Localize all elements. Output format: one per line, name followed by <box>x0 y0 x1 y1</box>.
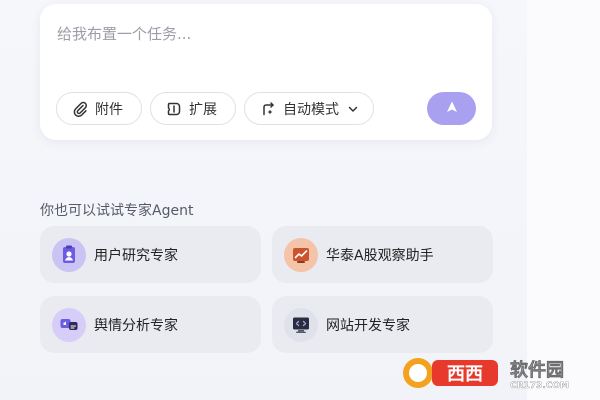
agent-label: 网站开发专家 <box>326 317 410 334</box>
agent-card-sentiment-analysis[interactable]: 舆情分析专家 <box>40 296 261 353</box>
paperclip-icon <box>71 100 89 118</box>
agent-card-web-development[interactable]: 网站开发专家 <box>272 296 493 353</box>
monitor-code-icon <box>284 307 318 342</box>
stock-chart-icon <box>284 237 318 272</box>
agent-label: 华泰A股观察助手 <box>326 247 434 264</box>
sentiment-icon <box>52 307 86 342</box>
agent-card-stock-assistant[interactable]: 华泰A股观察助手 <box>272 226 493 283</box>
watermark-suffix: 软件园 <box>510 359 564 381</box>
auto-mode-icon <box>259 100 277 118</box>
watermark-logo: 西西 软件园 CR173.COM <box>400 354 590 392</box>
agent-label: 舆情分析专家 <box>94 317 178 334</box>
right-panel <box>527 0 600 400</box>
mode-label: 自动模式 <box>283 101 339 118</box>
attach-button[interactable]: 附件 <box>56 92 142 125</box>
user-research-icon <box>52 237 86 272</box>
task-input[interactable] <box>57 22 467 46</box>
agent-card-user-research[interactable]: 用户研究专家 <box>40 226 261 283</box>
agent-section-title: 你也可以试试专家Agent <box>40 203 194 219</box>
watermark-domain: CR173.COM <box>510 381 569 391</box>
task-input-card: 附件 扩展 自动模式 <box>40 4 492 140</box>
agent-label: 用户研究专家 <box>94 247 178 264</box>
mode-dropdown[interactable]: 自动模式 <box>244 92 374 125</box>
send-button[interactable] <box>427 92 476 125</box>
send-icon <box>444 99 460 119</box>
watermark-brand: 西西 <box>447 364 483 385</box>
extension-icon <box>165 100 183 118</box>
chevron-down-icon <box>347 103 359 115</box>
extend-button[interactable]: 扩展 <box>150 92 236 125</box>
extend-label: 扩展 <box>189 101 217 118</box>
attach-label: 附件 <box>95 101 123 118</box>
